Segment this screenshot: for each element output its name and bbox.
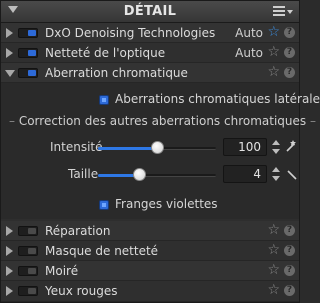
- enable-toggle[interactable]: [18, 48, 38, 58]
- palette-row-lens-sharpness[interactable]: Netteté de l'optique Auto ☆ ?: [1, 43, 299, 63]
- help-icon[interactable]: ?: [284, 285, 295, 296]
- palette-label: Netteté de l'optique: [45, 46, 166, 60]
- size-value-field[interactable]: 4: [223, 165, 267, 183]
- favorite-star-icon[interactable]: ☆: [267, 24, 280, 40]
- subsection-title-text: Correction des autres aberrations chroma…: [18, 114, 307, 128]
- palette-row-repair[interactable]: Réparation ☆ ?: [1, 221, 299, 241]
- chromatic-aberration-settings: Aberrations chromatiques latérales – Cor…: [1, 83, 320, 219]
- stepper-down-icon[interactable]: [272, 176, 280, 181]
- palette-label: Yeux rouges: [45, 284, 118, 298]
- enable-toggle[interactable]: [18, 286, 38, 296]
- expand-triangle-icon[interactable]: [6, 28, 13, 38]
- expand-triangle-icon[interactable]: [6, 246, 13, 256]
- panel-title: DÉTAIL: [123, 4, 177, 19]
- lateral-aberration-checkbox[interactable]: [99, 95, 109, 105]
- intensity-slider-knob[interactable]: [150, 141, 164, 154]
- lateral-aberration-label: Aberrations chromatiques latérales: [115, 92, 320, 106]
- panel-header[interactable]: DÉTAIL: [1, 1, 299, 23]
- intensity-label: Intensité: [50, 140, 103, 154]
- palette-label: Aberration chromatique: [45, 66, 188, 80]
- favorite-star-icon[interactable]: ☆: [267, 242, 280, 258]
- intensity-slider-fill: [98, 147, 157, 150]
- purple-fringes-label: Franges violettes: [115, 197, 218, 211]
- palette-label: Moiré: [45, 264, 79, 278]
- favorite-star-icon[interactable]: ☆: [267, 262, 280, 278]
- hamburger-menu-icon: [273, 6, 285, 17]
- favorite-star-icon[interactable]: ☆: [267, 282, 280, 298]
- size-slider-knob[interactable]: [132, 168, 146, 181]
- size-label: Taille: [68, 167, 99, 181]
- enable-toggle[interactable]: [18, 68, 38, 78]
- help-icon[interactable]: ?: [284, 67, 295, 78]
- help-icon[interactable]: ?: [284, 27, 295, 38]
- stepper-up-icon[interactable]: [272, 140, 280, 145]
- enable-toggle[interactable]: [18, 246, 38, 256]
- palette-row-chromatic-aberration[interactable]: Aberration chromatique ☆ ?: [1, 63, 299, 83]
- magic-wand-icon[interactable]: [284, 139, 298, 153]
- subsection-title: – Correction des autres aberrations chro…: [9, 114, 316, 128]
- expand-triangle-icon[interactable]: [6, 286, 13, 296]
- expand-triangle-icon[interactable]: [6, 48, 13, 58]
- chevron-down-icon: [287, 10, 293, 14]
- size-stepper[interactable]: [271, 165, 281, 185]
- collapse-triangle-icon[interactable]: [5, 70, 15, 77]
- palette-row-unsharp-mask[interactable]: Masque de netteté ☆ ?: [1, 241, 299, 261]
- palette-label: DxO Denoising Technologies: [45, 26, 216, 40]
- purple-fringes-checkbox[interactable]: [99, 200, 109, 210]
- palette-label: Réparation: [45, 224, 111, 238]
- enable-toggle[interactable]: [18, 266, 38, 276]
- help-icon[interactable]: ?: [284, 265, 295, 276]
- enable-toggle[interactable]: [18, 226, 38, 236]
- help-icon[interactable]: ?: [284, 47, 295, 58]
- palette-label: Masque de netteté: [45, 244, 159, 258]
- preset-value: Auto: [235, 26, 263, 40]
- expand-triangle-icon[interactable]: [6, 226, 13, 236]
- stepper-down-icon[interactable]: [272, 149, 280, 154]
- eyedropper-icon[interactable]: [285, 168, 299, 182]
- enable-toggle[interactable]: [18, 28, 38, 38]
- help-icon[interactable]: ?: [284, 225, 295, 236]
- preset-value: Auto: [235, 46, 263, 60]
- favorite-star-icon[interactable]: ☆: [267, 44, 280, 60]
- size-slider[interactable]: [98, 174, 216, 177]
- stepper-up-icon[interactable]: [272, 167, 280, 172]
- intensity-stepper[interactable]: [271, 138, 281, 158]
- palette-row-dxo-denoising[interactable]: DxO Denoising Technologies Auto ☆ ?: [1, 23, 299, 43]
- expand-triangle-icon[interactable]: [6, 266, 13, 276]
- palette-row-moire[interactable]: Moiré ☆ ?: [1, 261, 299, 281]
- help-icon[interactable]: ?: [284, 245, 295, 256]
- detail-panel: DÉTAIL DxO Denoising Technologies Auto ☆…: [0, 0, 320, 303]
- favorite-star-icon[interactable]: ☆: [267, 64, 280, 80]
- favorite-star-icon[interactable]: ☆: [267, 222, 280, 238]
- intensity-value-field[interactable]: 100: [223, 138, 267, 156]
- palette-row-red-eye[interactable]: Yeux rouges ☆ ?: [1, 281, 299, 302]
- panel-menu-button[interactable]: [273, 5, 295, 19]
